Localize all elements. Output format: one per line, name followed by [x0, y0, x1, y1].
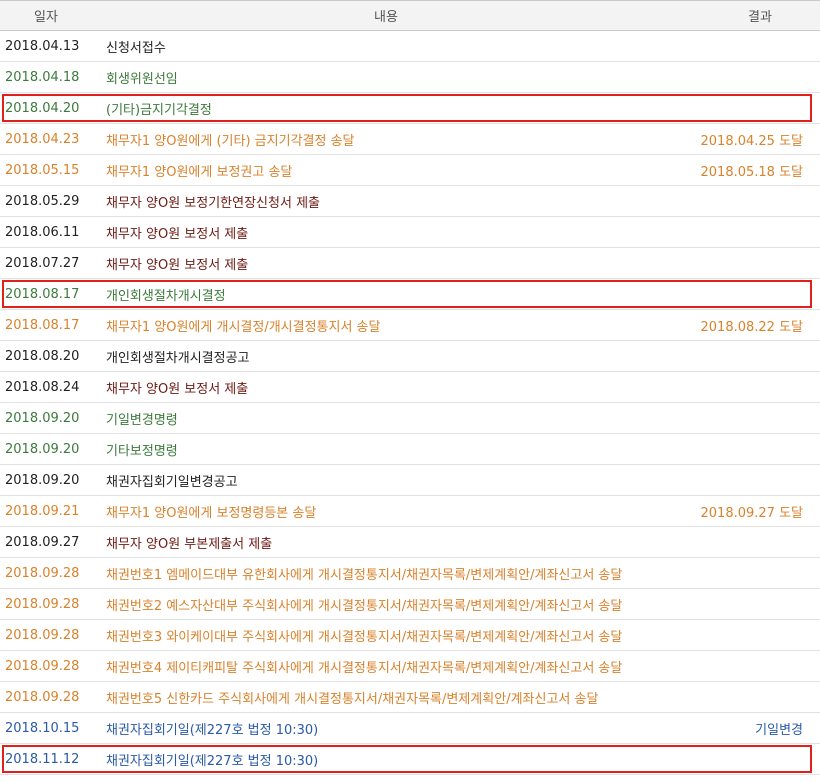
table-row: 2018.09.21 채무자1 양O원에게 보정명령등본 송달 2018.09.27…: [0, 496, 820, 527]
row-result: 2018.05.18 도달: [700, 164, 804, 180]
case-history-table: 일자 내용 결과 2018.04.13 신청서접수 2018.04.18 회생위원선임…: [0, 0, 820, 775]
row-date: 2018.09.21: [5, 503, 80, 519]
row-content: 기일변경명령: [106, 412, 178, 428]
row-date: 2018.11.12: [5, 751, 80, 767]
row-content: 채권자집회기일(제227호 법정 10:30): [106, 722, 319, 738]
row-content: 채권자집회기일(제227호 법정 10:30): [106, 753, 319, 769]
row-date: 2018.05.15: [5, 162, 80, 178]
row-date: 2018.10.15: [5, 720, 80, 736]
row-content: 채무자1 양O원에게 개시결정/개시결정통지서 송달: [106, 319, 381, 335]
row-date: 2018.09.28: [5, 565, 80, 581]
table-row: 2018.04.20 (기타)금지기각결정: [0, 93, 820, 124]
row-date: 2018.09.28: [5, 627, 80, 643]
row-content: 채권번호1 엠메이드대부 유한회사에게 개시결정통지서/채권자목록/변제계획안/…: [106, 567, 623, 583]
table-row: 2018.08.17 개인회생절차개시결정: [0, 279, 820, 310]
row-result: 2018.08.22 도달: [700, 319, 804, 335]
row-result: 2018.04.25 도달: [700, 133, 804, 149]
table-row: 2018.07.27 채무자 양O원 보정서 제출: [0, 248, 820, 279]
table-row: 2018.05.29 채무자 양O원 보정기한연장신청서 제출: [0, 186, 820, 217]
table-row: 2018.05.15 채무자1 양O원에게 보정권고 송달 2018.05.18 도…: [0, 155, 820, 186]
row-content: 기타보정명령: [106, 443, 178, 459]
table-row: 2018.09.28 채권번호4 제이티캐피탈 주식회사에게 개시결정통지서/채권…: [0, 651, 820, 682]
row-date: 2018.04.13: [5, 38, 80, 54]
table-row: 2018.10.15 채권자집회기일(제227호 법정 10:30) 기일변경: [0, 713, 820, 744]
table-row: 2018.04.13 신청서접수: [0, 31, 820, 62]
header-result: 결과: [748, 10, 772, 25]
row-content: 채권번호2 예스자산대부 주식회사에게 개시결정통지서/채권자목록/변제계획안/…: [106, 598, 623, 614]
row-content: 채권번호5 신한카드 주식회사에게 개시결정통지서/채권자목록/변제계획안/계좌…: [106, 691, 599, 707]
row-content: 채권번호4 제이티캐피탈 주식회사에게 개시결정통지서/채권자목록/변제계획안/…: [106, 660, 623, 676]
table-row: 2018.09.28 채권번호1 엠메이드대부 유한회사에게 개시결정통지서/채권…: [0, 558, 820, 589]
table-row: 2018.09.27 채무자 양O원 부본제출서 제출: [0, 527, 820, 558]
table-row: 2018.04.23 채무자1 양O원에게 (기타) 금지기각결정 송달 2018.…: [0, 124, 820, 155]
table-row: 2018.06.11 채무자 양O원 보정서 제출: [0, 217, 820, 248]
row-content: 채무자 양O원 보정서 제출: [106, 257, 249, 273]
table-header: 일자 내용 결과: [0, 0, 820, 31]
row-content: 채무자 양O원 보정서 제출: [106, 381, 249, 397]
row-date: 2018.08.17: [5, 317, 80, 333]
table-row: 2018.09.20 기타보정명령: [0, 434, 820, 465]
row-content: 채권자집회기일변경공고: [106, 474, 238, 490]
header-date: 일자: [34, 10, 58, 25]
row-result: 2018.09.27 도달: [700, 505, 804, 521]
table-row: 2018.09.28 채권번호5 신한카드 주식회사에게 개시결정통지서/채권자목…: [0, 682, 820, 713]
table-row: 2018.11.12 채권자집회기일(제227호 법정 10:30): [0, 744, 820, 775]
row-date: 2018.09.28: [5, 689, 80, 705]
row-content: 신청서접수: [106, 40, 166, 56]
row-content: 회생위원선임: [106, 71, 178, 87]
row-date: 2018.07.27: [5, 255, 80, 271]
row-content: 채무자 양O원 보정기한연장신청서 제출: [106, 195, 320, 211]
row-date: 2018.04.20: [5, 100, 80, 116]
row-content: 채무자1 양O원에게 보정명령등본 송달: [106, 505, 317, 521]
row-date: 2018.04.18: [5, 69, 80, 85]
table-row: 2018.08.24 채무자 양O원 보정서 제출: [0, 372, 820, 403]
row-date: 2018.08.20: [5, 348, 80, 364]
row-content: 채무자 양O원 보정서 제출: [106, 226, 249, 242]
row-content: 채무자 양O원 부본제출서 제출: [106, 536, 273, 552]
table-row: 2018.08.20 개인회생절차개시결정공고: [0, 341, 820, 372]
row-date: 2018.09.20: [5, 472, 80, 488]
row-content: 개인회생절차개시결정공고: [106, 350, 250, 366]
row-date: 2018.06.11: [5, 224, 80, 240]
row-date: 2018.09.28: [5, 596, 80, 612]
row-date: 2018.08.24: [5, 379, 80, 395]
row-date: 2018.09.27: [5, 534, 80, 550]
table-row: 2018.08.17 채무자1 양O원에게 개시결정/개시결정통지서 송달 2018…: [0, 310, 820, 341]
row-content: 채무자1 양O원에게 (기타) 금지기각결정 송달: [106, 133, 355, 149]
row-date: 2018.05.29: [5, 193, 80, 209]
table-row: 2018.09.28 채권번호2 예스자산대부 주식회사에게 개시결정통지서/채권…: [0, 589, 820, 620]
row-date: 2018.09.20: [5, 410, 80, 426]
row-date: 2018.04.23: [5, 131, 80, 147]
table-row: 2018.09.20 기일변경명령: [0, 403, 820, 434]
header-content: 내용: [374, 10, 398, 25]
table-row: 2018.09.20 채권자집회기일변경공고: [0, 465, 820, 496]
row-content: 개인회생절차개시결정: [106, 288, 226, 304]
table-row: 2018.04.18 회생위원선임: [0, 62, 820, 93]
row-date: 2018.09.28: [5, 658, 80, 674]
row-content: 채무자1 양O원에게 보정권고 송달: [106, 164, 293, 180]
row-date: 2018.09.20: [5, 441, 80, 457]
table-body: 2018.04.13 신청서접수 2018.04.18 회생위원선임 2018.04.2…: [0, 31, 820, 775]
row-content: (기타)금지기각결정: [106, 102, 212, 118]
row-content: 채권번호3 와이케이대부 주식회사에게 개시결정통지서/채권자목록/변제계획안/…: [106, 629, 623, 645]
row-result: 기일변경: [755, 722, 803, 738]
table-row: 2018.09.28 채권번호3 와이케이대부 주식회사에게 개시결정통지서/채권…: [0, 620, 820, 651]
row-date: 2018.08.17: [5, 286, 80, 302]
